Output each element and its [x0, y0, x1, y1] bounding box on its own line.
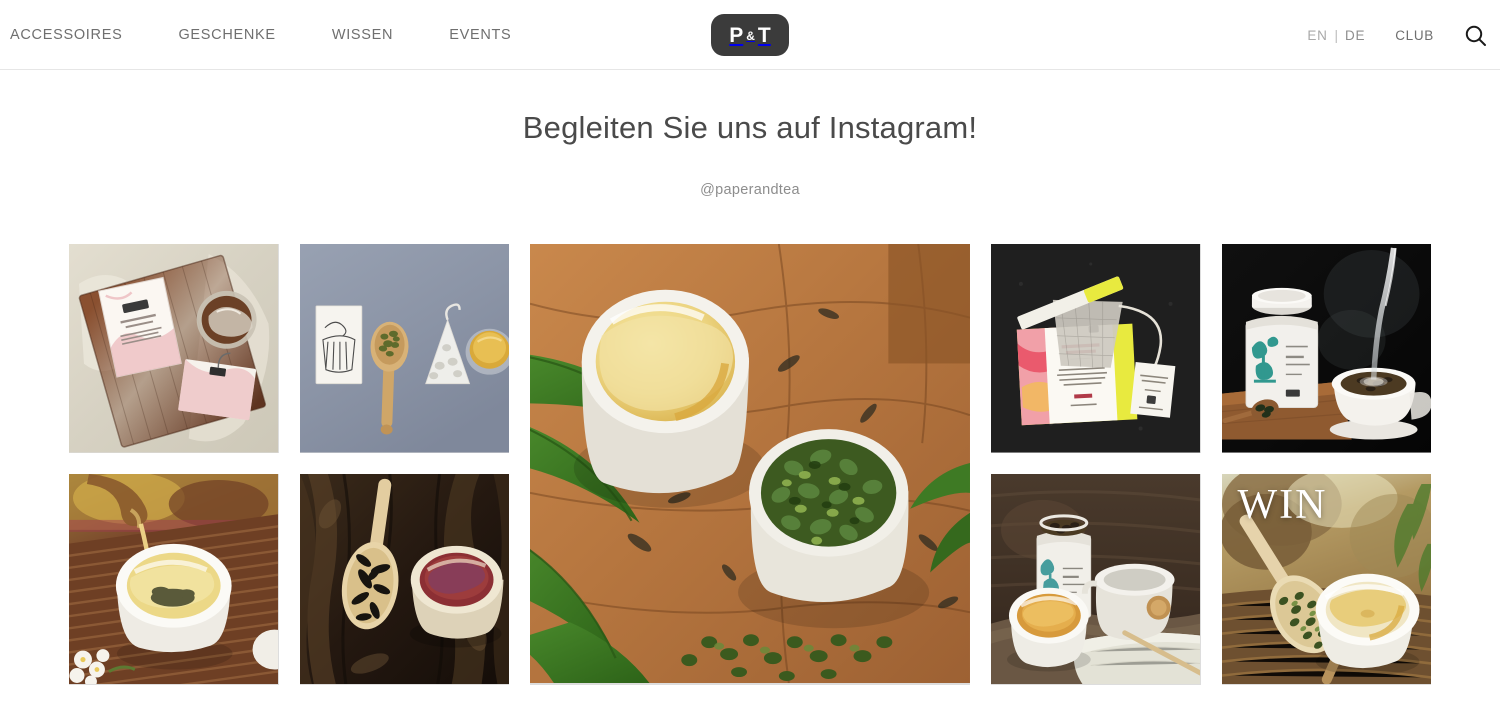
utility-navigation: EN | DE CLUB — [1307, 0, 1488, 70]
instagram-section: Begleiten Sie uns auf Instagram! @papera… — [0, 110, 1500, 685]
instagram-tile-5[interactable] — [69, 474, 279, 685]
instagram-tile-4[interactable] — [1221, 244, 1431, 453]
instagram-tile-2[interactable] — [299, 244, 509, 453]
language-switch-de[interactable]: DE — [1345, 28, 1365, 43]
tile-7-photo — [991, 474, 1201, 685]
instagram-tile-center[interactable] — [530, 244, 970, 685]
tile-8-photo — [1221, 474, 1431, 685]
instagram-tile-8[interactable]: WIN — [1221, 474, 1431, 685]
logo-letter-p: P — [729, 23, 744, 47]
tile-2-photo — [299, 244, 509, 453]
tile-3-photo — [991, 244, 1201, 453]
instagram-tile-3[interactable] — [991, 244, 1201, 453]
instagram-heading: Begleiten Sie uns auf Instagram! — [522, 110, 978, 145]
nav-item-wissen[interactable]: WISSEN — [332, 27, 393, 43]
instagram-photo-grid: WIN — [69, 244, 1431, 685]
logo-ampersand: & — [746, 29, 755, 43]
nav-item-club[interactable]: CLUB — [1395, 28, 1434, 43]
tile-center-photo — [530, 244, 970, 683]
site-header: ACCESSOIRES GESCHENKE WISSEN EVENTS P & T … — [0, 0, 1500, 70]
instagram-tile-7[interactable] — [991, 474, 1201, 685]
instagram-tile-6[interactable] — [299, 474, 509, 685]
instagram-handle-link[interactable]: @paperandtea — [0, 182, 1500, 198]
language-switch-en[interactable]: EN — [1307, 28, 1327, 43]
logo-lettering: P & T — [729, 25, 771, 46]
logo-badge-icon: P & T — [711, 14, 789, 56]
nav-item-events[interactable]: EVENTS — [449, 27, 511, 43]
logo-letter-t: T — [757, 23, 771, 47]
tile-6-photo — [299, 474, 509, 685]
search-button[interactable] — [1462, 22, 1488, 48]
tile-5-photo — [69, 474, 279, 685]
search-icon — [1465, 25, 1486, 46]
primary-navigation: ACCESSOIRES GESCHENKE WISSEN EVENTS — [0, 0, 567, 70]
instagram-tile-1[interactable] — [69, 244, 279, 453]
tile-1-photo — [69, 244, 279, 453]
nav-item-geschenke[interactable]: GESCHENKE — [178, 27, 275, 43]
nav-item-accessoires[interactable]: ACCESSOIRES — [10, 27, 122, 43]
site-logo[interactable]: P & T — [711, 14, 789, 56]
language-separator: | — [1334, 27, 1339, 43]
tile-4-photo — [1221, 244, 1431, 453]
